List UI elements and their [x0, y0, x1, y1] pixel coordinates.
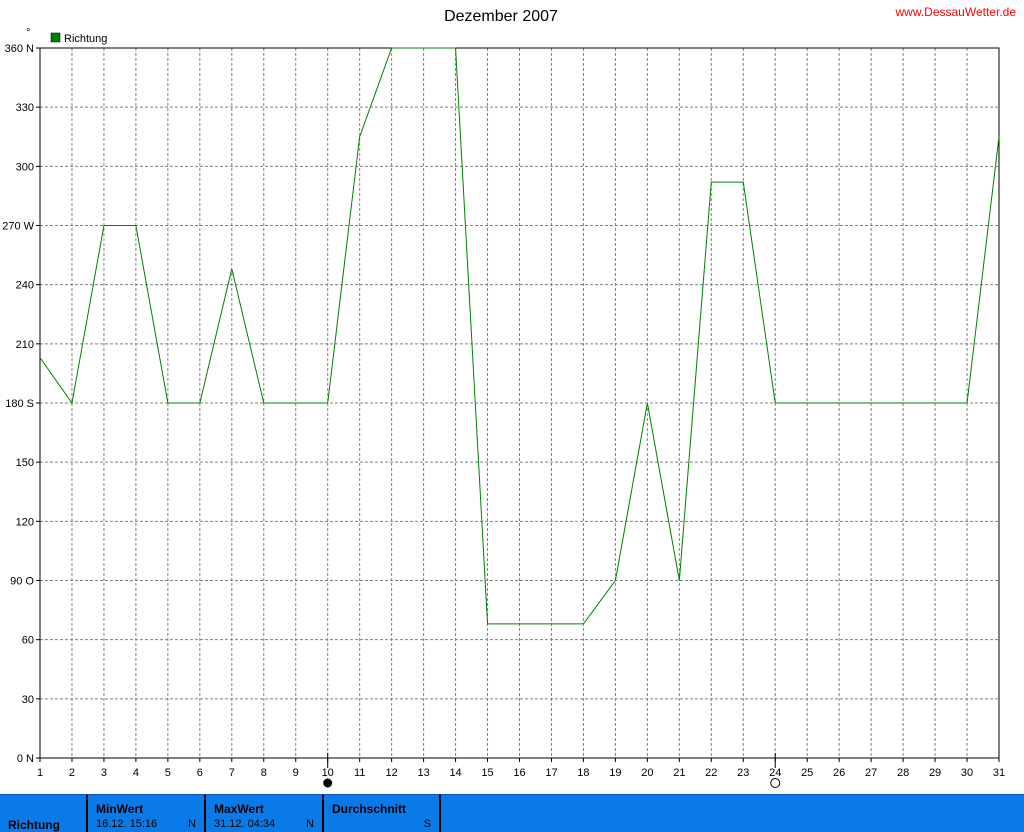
x-tick-label: 31 [993, 767, 1005, 779]
y-tick-label: 330 [16, 102, 34, 114]
x-tick-label: 26 [833, 767, 845, 779]
x-tick-label: 11 [354, 767, 365, 779]
chart: Dezember 2007 www.DessauWetter.de ° Rich… [2, 5, 1017, 788]
full-moon-icon [770, 778, 781, 788]
x-tick-label: 7 [229, 767, 235, 779]
x-tick-label: 29 [929, 767, 941, 779]
footer-min-label: MinWert [96, 802, 144, 816]
y-tick-label: 300 [16, 161, 34, 173]
y-tick-label: 270 W [2, 221, 34, 233]
footer-max-cell: MaxWert 31.12. 04:34 N [206, 795, 324, 832]
x-tick-label: 10 [322, 767, 334, 779]
x-tick-label: 13 [417, 767, 429, 779]
chart-title: Dezember 2007 [444, 8, 558, 25]
stats-footer: Richtung MinWert 16.12. 15:16 N MaxWert … [0, 794, 1024, 832]
new-moon-icon [323, 778, 333, 788]
x-tick-label: 15 [481, 767, 493, 779]
y-tick-label: 150 [16, 457, 34, 469]
y-tick-label: 120 [16, 516, 34, 528]
x-tick-label: 23 [737, 767, 749, 779]
x-tick-label: 25 [801, 767, 813, 779]
footer-avg-direction: S [423, 818, 431, 830]
x-tick-label: 22 [705, 767, 717, 779]
x-tick-label: 5 [165, 767, 171, 779]
x-tick-label: 24 [769, 767, 781, 779]
y-tick-label: 240 [16, 280, 34, 292]
footer-avg-cell: Durchschnitt S [324, 795, 441, 832]
y-tick-label: 30 [22, 694, 34, 706]
y-tick-label: 0 N [17, 753, 34, 765]
axes [36, 47, 1000, 762]
y-tick-label: 60 [22, 635, 34, 647]
site-link[interactable]: www.DessauWetter.de [895, 5, 1017, 19]
footer-max-label: MaxWert [214, 802, 264, 816]
x-tick-label: 12 [386, 767, 398, 779]
x-tick-label: 6 [197, 767, 203, 779]
x-tick-label: 18 [577, 767, 589, 779]
x-tick-label: 1 [37, 767, 43, 779]
tick-labels: 1 2 3 4 5 6 7 8 9 10 11 12 13 14 15 16 17 18 19 20 21 22 23 24 2… [2, 43, 1005, 779]
y-tick-label: 360 N [5, 43, 34, 55]
footer-min-cell: MinWert 16.12. 15:16 N [88, 795, 206, 832]
y-tick-label: 180 S [5, 398, 34, 410]
y-tick-label: 90 O [10, 576, 34, 588]
footer-series-cell: Richtung [0, 795, 88, 832]
x-tick-label: 19 [609, 767, 621, 779]
x-tick-label: 2 [69, 767, 75, 779]
legend-swatch [50, 32, 61, 43]
x-tick-label: 21 [673, 767, 685, 779]
footer-max-direction: N [306, 818, 314, 830]
footer-min-direction: N [188, 818, 196, 830]
x-tick-label: 9 [293, 767, 299, 779]
footer-series-label: Richtung [8, 818, 60, 832]
legend-label: Richtung [64, 33, 107, 45]
y-unit-symbol: ° [26, 27, 30, 39]
x-tick-label: 3 [101, 767, 107, 779]
y-tick-label: 210 [16, 339, 34, 351]
x-tick-label: 30 [961, 767, 973, 779]
x-tick-label: 14 [449, 767, 461, 779]
footer-max-value: 31.12. 04:34 [214, 818, 276, 830]
x-tick-label: 4 [133, 767, 139, 779]
x-tick-label: 27 [865, 767, 877, 779]
x-tick-label: 17 [545, 767, 557, 779]
x-tick-label: 16 [513, 767, 525, 779]
x-tick-label: 28 [897, 767, 909, 779]
footer-min-value: 16.12. 15:16 [96, 818, 158, 830]
x-tick-label: 20 [641, 767, 653, 779]
footer-avg-label: Durchschnitt [332, 802, 407, 816]
x-tick-label: 8 [261, 767, 267, 779]
